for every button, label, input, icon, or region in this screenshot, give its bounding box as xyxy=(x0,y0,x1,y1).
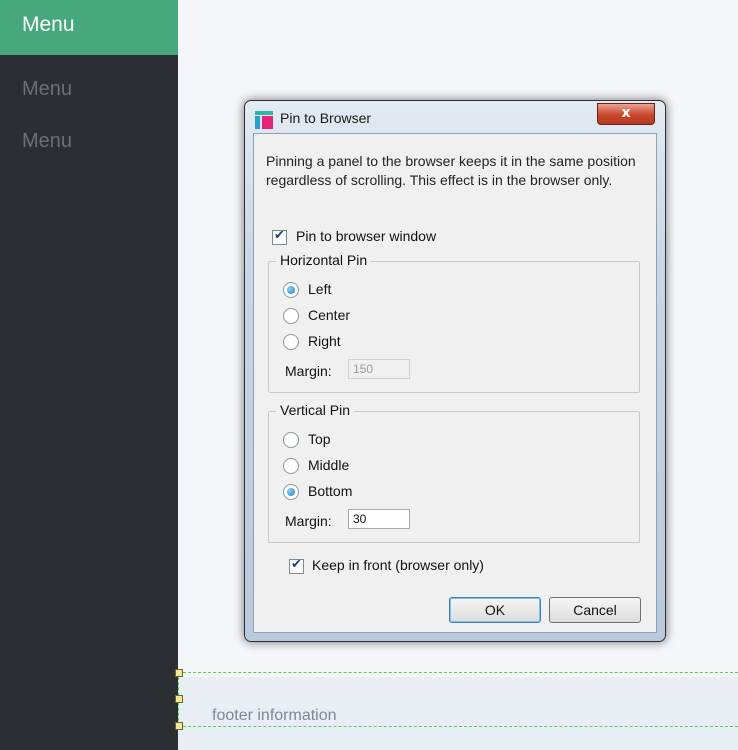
dialog-body: Pinning a panel to the browser keeps it … xyxy=(253,133,657,633)
footer-guide-top xyxy=(178,672,738,673)
radio-vertical-bottom-label: Bottom xyxy=(308,483,353,499)
app-logo-icon xyxy=(255,111,273,129)
sidebar-header[interactable]: Menu xyxy=(0,0,178,55)
sidebar: Menu Menu Menu xyxy=(0,0,178,750)
resize-handle-middle-left[interactable] xyxy=(175,695,183,703)
horizontal-pin-title: Horizontal Pin xyxy=(276,252,372,268)
radio-vertical-middle[interactable] xyxy=(283,458,299,474)
radio-horizontal-center[interactable] xyxy=(283,308,299,324)
radio-vertical-bottom[interactable] xyxy=(283,484,299,500)
sidebar-item-menu-1[interactable]: Menu xyxy=(22,78,72,101)
horizontal-margin-input xyxy=(348,359,410,379)
keep-in-front-label: Keep in front (browser only) xyxy=(312,557,484,573)
resize-handle-bottom-left[interactable] xyxy=(175,722,183,730)
sidebar-item-menu-2[interactable]: Menu xyxy=(22,130,72,153)
keep-in-front-checkbox[interactable]: ✔ xyxy=(289,557,304,574)
radio-vertical-top-label: Top xyxy=(308,431,331,447)
pin-to-browser-checkbox[interactable]: ✔ xyxy=(272,228,287,245)
close-button[interactable]: x xyxy=(597,103,655,125)
vertical-margin-label: Margin: xyxy=(285,513,332,529)
radio-horizontal-left[interactable] xyxy=(283,282,299,298)
footer-text: footer information xyxy=(212,707,337,724)
radio-vertical-middle-label: Middle xyxy=(308,457,350,473)
sidebar-header-label: Menu xyxy=(22,13,75,36)
vertical-margin-input[interactable] xyxy=(348,509,410,529)
dialog-description: Pinning a panel to the browser keeps it … xyxy=(266,153,636,188)
radio-vertical-top[interactable] xyxy=(283,432,299,448)
vertical-pin-group: Vertical Pin Top Middle Bottom Margin: xyxy=(268,402,640,543)
radio-horizontal-left-label: Left xyxy=(308,281,332,297)
checkmark-icon: ✔ xyxy=(291,557,302,572)
horizontal-pin-group: Horizontal Pin Left Center Right Margin: xyxy=(268,252,640,393)
radio-horizontal-right[interactable] xyxy=(283,334,299,350)
radio-horizontal-right-label: Right xyxy=(308,333,341,349)
pin-to-browser-label: Pin to browser window xyxy=(296,228,437,244)
dialog-title: Pin to Browser xyxy=(280,110,372,126)
ok-button[interactable]: OK xyxy=(449,597,541,623)
footer-guide-bottom xyxy=(178,726,738,727)
radio-horizontal-center-label: Center xyxy=(308,307,351,323)
pin-to-browser-dialog: Pin to Browser x Pinning a panel to the … xyxy=(244,100,666,642)
vertical-pin-title: Vertical Pin xyxy=(276,402,355,418)
checkmark-icon: ✔ xyxy=(274,228,285,243)
cancel-button[interactable]: Cancel xyxy=(549,597,641,623)
horizontal-margin-label: Margin: xyxy=(285,363,332,379)
resize-handle-top-left[interactable] xyxy=(175,669,183,677)
close-icon: x xyxy=(621,105,631,121)
